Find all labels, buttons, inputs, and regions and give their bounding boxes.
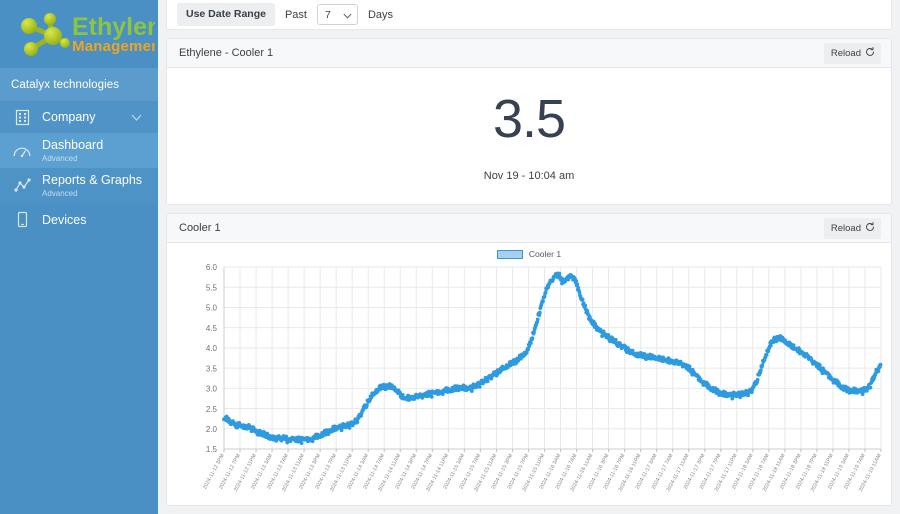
sidebar: Ethylene Management Catalyx technologies [0, 0, 158, 514]
sidebar-item-reports-graphs-sub: Advanced [42, 188, 78, 198]
use-date-range-button[interactable]: Use Date Range [177, 3, 275, 26]
y-axis-tick-label: 5.0 [206, 304, 218, 313]
current-value-body: 3.5 Nov 19 - 10:04 am [167, 68, 891, 204]
sidebar-item-dashboard-label: Dashboard [42, 137, 104, 152]
molecule-icon: Ethylene Management [21, 13, 155, 56]
y-axis-tick-label: 4.0 [206, 344, 218, 353]
current-reading-value: 3.5 [492, 89, 566, 149]
current-value-card: Ethylene - Cooler 1 Reload 3.5 Nov 19 - … [166, 38, 892, 205]
organization-name: Catalyx technologies [0, 68, 158, 101]
y-axis-tick-label: 5.5 [206, 283, 218, 292]
reload-button-label: Reload [830, 47, 861, 59]
y-axis-tick-label: 4.5 [206, 324, 218, 333]
y-axis-tick-label: 3.0 [206, 385, 218, 394]
sidebar-item-company-text: Company [42, 110, 96, 124]
y-axis-tick-label: 2.5 [206, 405, 218, 414]
sidebar-item-devices[interactable]: Devices [0, 203, 158, 236]
chevron-down-icon[interactable] [131, 108, 142, 126]
sidebar-item-dashboard-sub: Advanced [42, 153, 78, 163]
past-label: Past [284, 8, 307, 21]
sidebar-item-devices-text: Devices [42, 213, 86, 227]
days-label: Days [367, 8, 394, 21]
history-chart-card-title: Cooler 1 [179, 222, 221, 234]
line-chart-icon [11, 175, 33, 197]
main-content: Use Date Range Past 1371430 Days Ethylen… [158, 0, 900, 514]
sidebar-item-devices-label: Devices [42, 212, 87, 227]
y-axis-tick-label: 2.0 [206, 425, 218, 434]
sidebar-item-company[interactable]: Company [0, 101, 158, 133]
app-root: Ethylene Management Catalyx technologies [0, 0, 900, 514]
current-value-card-title: Ethylene - Cooler 1 [179, 47, 274, 59]
sidebar-item-company-label: Company [42, 110, 96, 124]
history-chart-card: Cooler 1 Reload Cooler 1 1.5 2.0 2.5 3.0… [166, 213, 892, 506]
y-axis-tick-label: 1.5 [206, 445, 218, 454]
sidebar-item-dashboard-text: Dashboard Advanced [42, 138, 103, 164]
sidebar-item-reports-graphs-label: Reports & Graphs [42, 172, 143, 187]
range-toolbar: Use Date Range Past 1371430 Days [166, 0, 892, 30]
current-reading-timestamp: Nov 19 - 10:04 am [483, 170, 575, 182]
y-axis-tick-label: 3.5 [206, 364, 218, 373]
y-axis-tick-label: 6.0 [206, 263, 218, 272]
logo-line1: Ethylene [72, 13, 155, 41]
reload-button-value-card[interactable]: Reload [823, 42, 881, 64]
past-days-select[interactable]: 1371430 [316, 4, 358, 25]
history-chart-body[interactable]: Cooler 1 1.5 2.0 2.5 3.0 3.5 4.0 4.5 5.0 5.5 6.0 2… [167, 243, 891, 505]
history-chart-card-header: Cooler 1 Reload [167, 214, 891, 243]
sidebar-item-reports-graphs[interactable]: Reports & Graphs Advanced [0, 168, 158, 203]
refresh-icon [865, 221, 875, 235]
reload-button-chart-card[interactable]: Reload [823, 217, 881, 239]
reload-button-label: Reload [830, 222, 861, 234]
gauge-icon [11, 140, 33, 162]
building-icon [11, 106, 33, 128]
sidebar-item-reports-graphs-text: Reports & Graphs Advanced [42, 173, 142, 199]
refresh-icon [865, 46, 875, 60]
sidebar-item-dashboard[interactable]: Dashboard Advanced [0, 133, 158, 168]
past-days-select-wrap: 1371430 [316, 4, 358, 25]
organization-label: Catalyx technologies [11, 78, 120, 91]
timeseries-chart[interactable]: 1.52.02.53.03.54.04.55.05.56.02024-11-12… [167, 243, 891, 505]
logo-line2: Management [72, 38, 155, 55]
brand-logo[interactable]: Ethylene Management [0, 0, 158, 68]
current-value-card-header: Ethylene - Cooler 1 Reload [167, 39, 891, 68]
device-icon [11, 209, 33, 231]
